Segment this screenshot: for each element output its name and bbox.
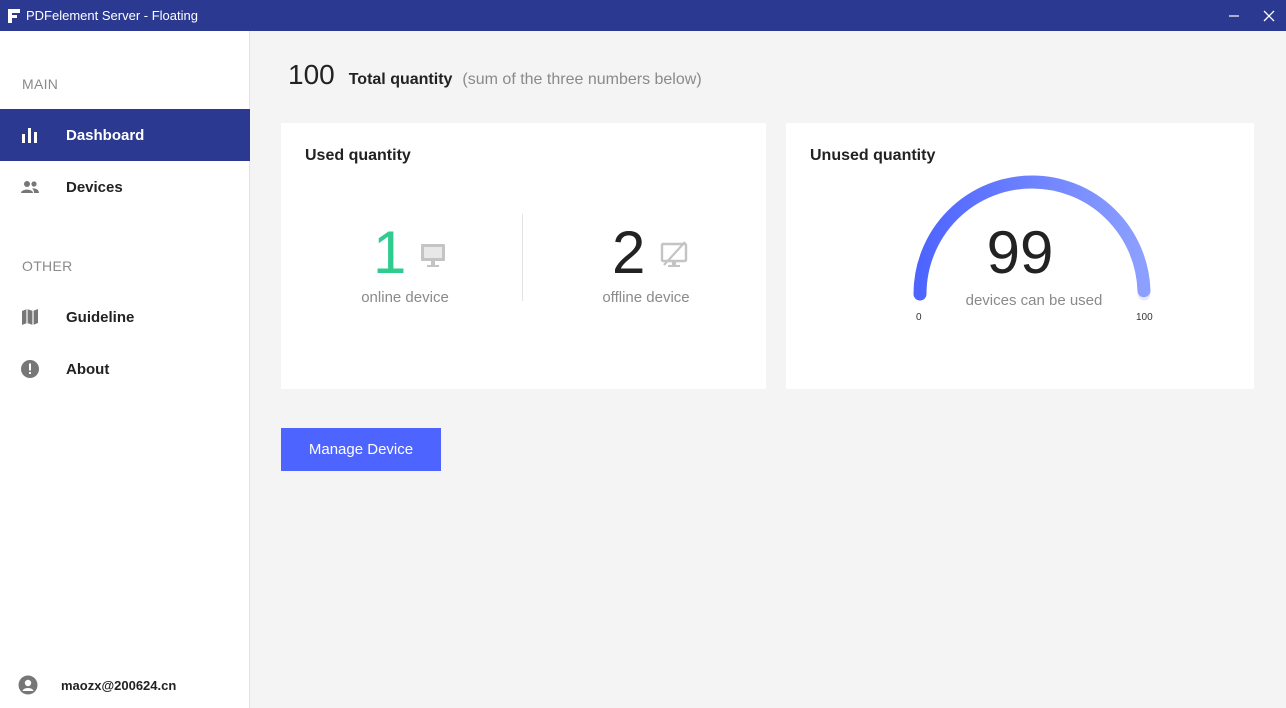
unused-label: devices can be used: [965, 292, 1103, 309]
minimize-icon: [1228, 14, 1239, 17]
monitor-off-icon: [660, 241, 688, 269]
sidebar-item-dashboard[interactable]: Dashboard: [0, 109, 250, 161]
users-icon: [20, 177, 40, 197]
online-label: online device: [361, 289, 449, 306]
monitor-icon: [419, 241, 447, 269]
offline-stat: 2 offline device: [546, 221, 746, 311]
user-email: maozx@200624.cn: [61, 677, 177, 693]
unused-count: 99: [986, 219, 1054, 286]
total-summary: 100 Total quantity (sum of the three num…: [288, 59, 702, 91]
total-quantity-label: Total quantity: [348, 71, 453, 88]
section-label-main: MAIN: [22, 76, 59, 92]
info-icon: [20, 359, 40, 379]
map-icon: [20, 307, 40, 327]
sidebar-item-guideline[interactable]: Guideline: [0, 291, 250, 343]
user-account[interactable]: maozx@200624.cn: [0, 662, 250, 708]
gauge-max-label: 100: [1136, 312, 1153, 323]
sidebar: MAIN Dashboard Devices OTHER Guideline A…: [0, 31, 250, 708]
sidebar-item-devices[interactable]: Devices: [0, 161, 250, 213]
section-label-other: OTHER: [22, 258, 73, 274]
online-count: 1: [373, 219, 407, 286]
close-button[interactable]: [1251, 0, 1286, 31]
title-bar: PDFelement Server - Floating: [0, 0, 1286, 31]
sidebar-item-about[interactable]: About: [0, 343, 250, 395]
total-quantity-value: 100: [288, 59, 335, 90]
stat-divider: [522, 214, 523, 301]
online-stat: 1 online device: [305, 221, 505, 311]
main-content: 100 Total quantity (sum of the three num…: [251, 31, 1286, 708]
offline-label: offline device: [602, 289, 690, 306]
bar-chart-icon: [20, 125, 40, 145]
unused-quantity-card: Unused quantity 99 devices can be used 0…: [786, 123, 1254, 389]
gauge-min-label: 0: [916, 312, 922, 323]
app-logo-icon: [8, 8, 20, 23]
window-title: PDFelement Server - Floating: [26, 8, 198, 23]
minimize-button[interactable]: [1216, 0, 1251, 31]
card-title: Used quantity: [305, 147, 411, 164]
close-icon: [1263, 10, 1274, 21]
manage-device-button[interactable]: Manage Device: [281, 428, 441, 471]
offline-count: 2: [612, 219, 646, 286]
used-quantity-card: Used quantity 1 online device 2 offline …: [281, 123, 766, 389]
sidebar-item-label: About: [66, 360, 110, 378]
avatar-icon: [18, 675, 38, 695]
sidebar-item-label: Dashboard: [66, 126, 145, 144]
sidebar-item-label: Guideline: [66, 308, 135, 326]
sidebar-item-label: Devices: [66, 178, 123, 196]
total-quantity-note: (sum of the three numbers below): [462, 71, 702, 88]
